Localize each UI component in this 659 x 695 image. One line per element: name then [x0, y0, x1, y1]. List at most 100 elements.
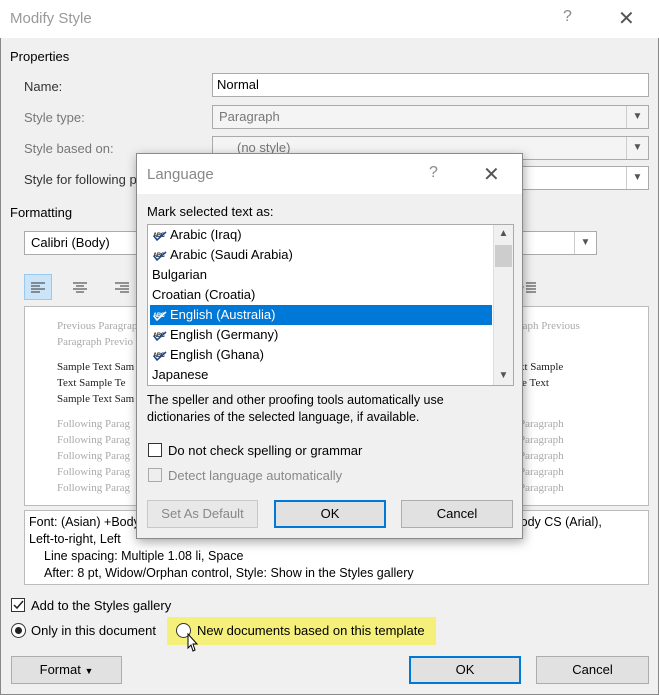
only-this-doc-label: Only in this document: [31, 623, 157, 638]
preview-following-text: Following Parag: [57, 482, 131, 494]
language-item-label: Japanese: [152, 367, 209, 382]
new-docs-label: New documents based on this template: [197, 623, 425, 638]
name-input[interactable]: Normal: [212, 73, 649, 97]
preview-previous-text: Previous Paragrap: [57, 320, 138, 332]
align-right-button[interactable]: [108, 274, 136, 300]
preview-following-text: Following Parag: [57, 466, 131, 478]
language-item-label: Arabic (Saudi Arabia): [170, 247, 293, 262]
preview-sample-text: xt Sample: [519, 361, 564, 373]
spellcheck-icon: ABC: [153, 351, 167, 362]
title-bar: Modify Style ? ✕: [0, 0, 659, 38]
language-list-item[interactable]: ABC English (Australia): [150, 305, 492, 325]
chevron-down-icon: ▼: [626, 106, 648, 128]
language-item-label: English (Germany): [170, 327, 279, 342]
preview-following-text: Paragraph: [519, 466, 564, 478]
close-icon[interactable]: ✕: [483, 162, 500, 187]
preview-following-text: Paragraph: [519, 482, 564, 494]
language-list-item[interactable]: Bulgarian: [150, 265, 492, 285]
font-select[interactable]: Calibri (Body): [24, 231, 154, 255]
format-button-label: Format: [39, 662, 81, 677]
add-to-gallery-checkbox[interactable]: [11, 598, 25, 612]
cancel-button[interactable]: Cancel: [536, 656, 649, 684]
help-icon[interactable]: ?: [429, 164, 438, 182]
language-list-item[interactable]: ABC Arabic (Saudi Arabia): [150, 245, 492, 265]
style-type-label: Style type:: [24, 110, 85, 125]
preview-sample-text: Sample Text Sam: [57, 393, 135, 405]
radio-dot-icon: [15, 627, 22, 634]
proofing-info-line: dictionaries of the selected language, i…: [147, 410, 420, 424]
spellcheck-icon: ABC: [153, 311, 167, 322]
language-list-item[interactable]: ABC English (Ghana): [150, 345, 492, 365]
proofing-info-line: The speller and other proofing tools aut…: [147, 393, 444, 407]
description-line: Line spacing: Multiple 1.08 li, Space: [44, 549, 244, 563]
language-list-item[interactable]: Croatian (Croatia): [150, 285, 492, 305]
spellcheck-icon: ABC: [153, 331, 167, 342]
properties-heading: Properties: [10, 49, 70, 64]
language-dialog-title: Language: [147, 166, 214, 183]
preview-following-text: Following Parag: [57, 418, 131, 430]
style-type-select[interactable]: Paragraph ▼: [212, 105, 649, 129]
ok-button[interactable]: OK: [409, 656, 521, 684]
align-left-icon: [31, 282, 45, 293]
language-listbox[interactable]: ABC Arabic (Iraq) ABC Arabic (Saudi Arabia)…: [147, 224, 514, 386]
spellcheck-icon: ABC: [153, 251, 167, 262]
language-item-label: Arabic (Iraq): [170, 227, 242, 242]
dialog-title: Modify Style: [10, 10, 92, 27]
preview-sample-text: Text Sample Te: [57, 377, 126, 389]
language-item-label: Bulgarian: [152, 267, 207, 282]
listbox-scrollbar[interactable]: ▲ ▼: [493, 225, 513, 385]
style-following-label: Style for following p: [24, 172, 137, 187]
preview-following-text: Paragraph: [519, 450, 564, 462]
align-right-icon: [115, 282, 129, 293]
dropdown-arrow-icon: ▼: [84, 666, 94, 676]
proofing-info: The speller and other proofing tools aut…: [147, 392, 444, 426]
scroll-thumb[interactable]: [495, 245, 512, 267]
formatting-heading: Formatting: [10, 205, 73, 220]
language-cancel-button[interactable]: Cancel: [401, 500, 513, 528]
preview-following-text: Paragraph: [519, 434, 564, 446]
help-icon[interactable]: ?: [563, 8, 572, 26]
preview-previous-text: Paragraph Previo: [57, 336, 134, 348]
language-list-item[interactable]: Japanese: [150, 365, 492, 385]
style-based-on-label: Style based on:: [24, 141, 114, 156]
preview-following-text: Paragraph: [519, 418, 564, 430]
preview-following-text: Following Parag: [57, 434, 131, 446]
scroll-down-icon[interactable]: ▼: [494, 367, 513, 385]
scroll-up-icon[interactable]: ▲: [494, 225, 513, 243]
align-center-button[interactable]: [66, 274, 94, 300]
set-as-default-button[interactable]: Set As Default: [147, 500, 258, 528]
mouse-cursor-icon: [187, 633, 199, 652]
no-check-spelling-checkbox[interactable]: [148, 443, 162, 457]
language-item-label: English (Ghana): [170, 347, 264, 362]
format-button[interactable]: Format ▼: [11, 656, 122, 684]
checkmark-icon: [13, 600, 24, 610]
language-title-bar: Language ? ✕: [137, 154, 522, 194]
preview-previous-text: raph Previous: [519, 320, 580, 332]
description-line: After: 8 pt, Widow/Orphan control, Style…: [44, 566, 414, 580]
language-dialog: Language ? ✕ Mark selected text as: ABC A…: [136, 153, 523, 539]
close-icon[interactable]: ✕: [618, 6, 635, 31]
no-check-spelling-label: Do not check spelling or grammar: [168, 443, 363, 458]
chevron-down-icon: ▼: [626, 137, 648, 159]
spellcheck-icon: ABC: [153, 231, 167, 242]
mark-selected-label: Mark selected text as:: [147, 204, 274, 219]
language-list-item[interactable]: ABC English (Germany): [150, 325, 492, 345]
language-list-item[interactable]: ABC Arabic (Iraq): [150, 225, 492, 245]
name-label: Name:: [24, 79, 63, 94]
add-to-gallery-label: Add to the Styles gallery: [31, 598, 172, 613]
preview-sample-text: Sample Text Sam: [57, 361, 135, 373]
align-left-button[interactable]: [24, 274, 52, 300]
language-item-label: Croatian (Croatia): [152, 287, 256, 302]
language-ok-button[interactable]: OK: [274, 500, 386, 528]
language-item-label: English (Australia): [170, 307, 276, 322]
chevron-down-icon: ▼: [574, 232, 596, 254]
detect-language-checkbox[interactable]: [148, 468, 162, 482]
style-type-value: Paragraph: [219, 109, 280, 124]
font-value: Calibri (Body): [31, 235, 110, 250]
detect-language-label: Detect language automatically: [168, 468, 343, 483]
preview-sample-text: le Text: [519, 377, 549, 389]
only-this-doc-radio[interactable]: [11, 623, 26, 638]
preview-following-text: Following Parag: [57, 450, 131, 462]
align-center-icon: [73, 282, 87, 293]
chevron-down-icon: ▼: [626, 167, 648, 189]
